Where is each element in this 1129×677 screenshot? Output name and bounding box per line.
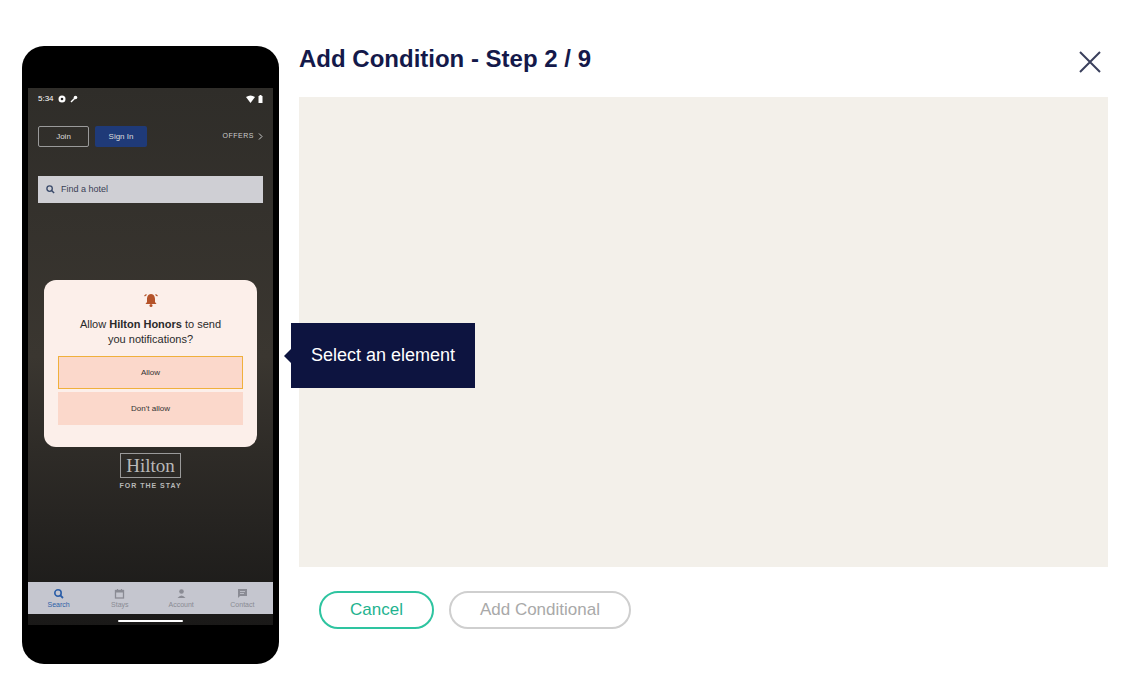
- bottom-nav: Search Stays Account Contact: [28, 582, 273, 614]
- button-label: Add Conditional: [480, 600, 600, 619]
- nav-label: Account: [168, 601, 193, 609]
- nav-label: Contact: [230, 601, 254, 609]
- offers-link[interactable]: OFFERS: [223, 131, 263, 142]
- settings-icon: [58, 95, 66, 103]
- nav-label: Search: [48, 601, 70, 609]
- nav-item[interactable]: Account: [151, 582, 212, 614]
- option-label: Allow: [141, 367, 160, 379]
- close-icon[interactable]: [1079, 51, 1101, 73]
- sign-in-button[interactable]: Sign In: [95, 126, 147, 147]
- notification-permission-dialog: Allow Hilton Honors to send you notifica…: [44, 280, 257, 447]
- nav-item[interactable]: Search: [28, 582, 89, 614]
- app-header: Join Sign In OFFERS: [28, 126, 273, 147]
- dialog-option-button[interactable]: Allow: [58, 356, 243, 389]
- hotel-search-field[interactable]: Find a hotel: [38, 176, 263, 203]
- calendar-icon: [114, 588, 125, 599]
- wifi-icon: [246, 95, 255, 103]
- page: 5:34 Join Sign In OFFERS Find: [0, 0, 1129, 677]
- person-icon: [176, 588, 187, 599]
- option-label: Don't allow: [131, 403, 170, 415]
- chat-icon: [237, 588, 248, 599]
- chevron-right-icon: [258, 133, 263, 140]
- nav-item[interactable]: Stays: [89, 582, 150, 614]
- wrench-icon: [70, 95, 78, 103]
- wizard-title: Add Condition - Step 2 / 9: [299, 46, 1108, 72]
- search-icon: [46, 185, 55, 194]
- hilton-logo: Hilton FOR THE STAY: [112, 453, 189, 492]
- select-element-tooltip: Select an element: [291, 323, 475, 388]
- phone-screen[interactable]: 5:34 Join Sign In OFFERS Find: [28, 88, 273, 625]
- bell-icon: [143, 292, 159, 308]
- cancel-button[interactable]: Cancel: [319, 591, 434, 629]
- tooltip-arrow: [284, 349, 291, 363]
- home-indicator: [118, 620, 183, 622]
- phone-preview: 5:34 Join Sign In OFFERS Find: [22, 46, 279, 664]
- status-time: 5:34: [38, 93, 54, 105]
- nav-item[interactable]: Contact: [212, 582, 273, 614]
- nav-label: Stays: [111, 601, 129, 609]
- add-conditional-button: Add Conditional: [449, 591, 631, 629]
- join-button[interactable]: Join: [38, 126, 89, 147]
- status-bar: 5:34: [28, 88, 273, 110]
- button-label: Cancel: [350, 600, 403, 619]
- battery-icon: [258, 95, 263, 103]
- dialog-options: Allow Don't allow: [58, 356, 243, 425]
- dialog-message: Allow Hilton Honors to send you notifica…: [71, 317, 231, 347]
- dialog-option-button[interactable]: Don't allow: [58, 392, 243, 425]
- search-icon: [53, 588, 64, 599]
- wizard-actions: Cancel Add Conditional: [299, 591, 1108, 629]
